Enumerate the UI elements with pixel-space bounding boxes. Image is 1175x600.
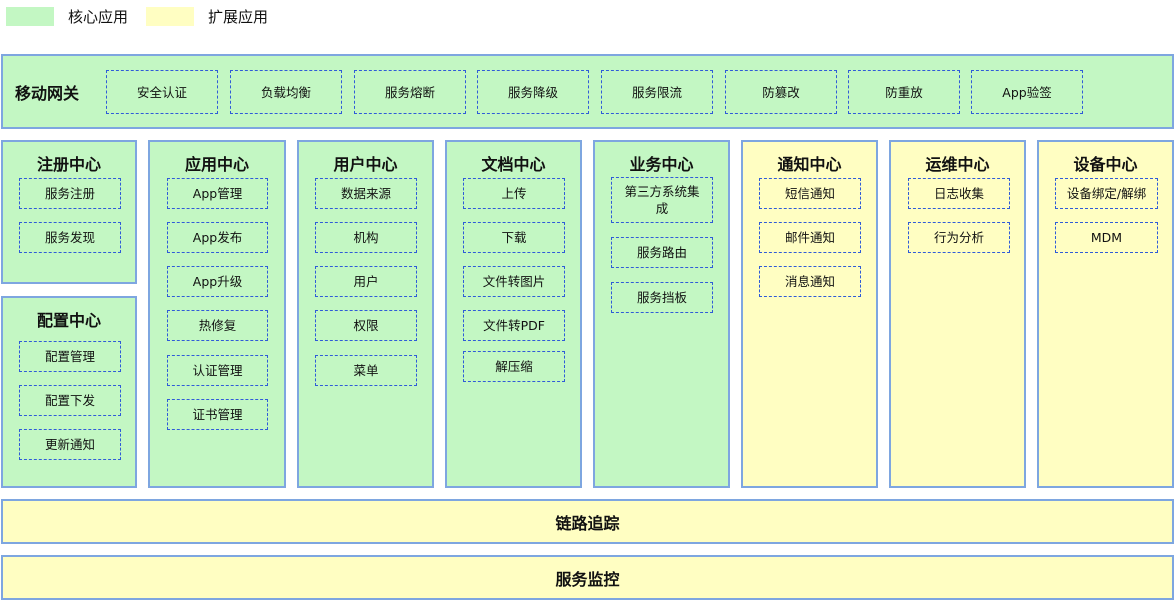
monitoring-title: 服务监控 — [555, 569, 620, 589]
ops-item: 行为分析 — [908, 222, 1010, 253]
business-item: 服务路由 — [611, 237, 713, 268]
doc-item: 下载 — [463, 222, 565, 253]
registry-center: 注册中心 服务注册 服务发现 — [1, 140, 137, 284]
config-center-title: 配置中心 — [36, 311, 101, 330]
gateway-item: 服务熔断 — [354, 70, 466, 114]
gateway-item: 负载均衡 — [230, 70, 342, 114]
config-item: 更新通知 — [19, 429, 121, 460]
device-center: 设备中心 设备绑定/解绑 MDM — [1037, 140, 1174, 488]
business-item: 第三方系统集成 — [611, 177, 713, 223]
gateway-item: 服务限流 — [601, 70, 713, 114]
tracing-title: 链路追踪 — [555, 513, 620, 533]
app-center-title: 应用中心 — [184, 155, 249, 174]
legend-label-core: 核心应用 — [68, 8, 129, 26]
config-center: 配置中心 配置管理 配置下发 更新通知 — [1, 296, 137, 488]
gateway-item: 服务降级 — [477, 70, 589, 114]
ops-item: 日志收集 — [908, 178, 1010, 209]
legend-item-extended: 扩展应用 — [146, 6, 268, 27]
user-item: 用户 — [315, 266, 417, 297]
ops-center: 运维中心 日志收集 行为分析 — [889, 140, 1026, 488]
app-item: App管理 — [167, 178, 268, 209]
device-item: 设备绑定/解绑 — [1055, 178, 1158, 209]
registry-item: 服务注册 — [19, 178, 121, 209]
doc-item: 解压缩 — [463, 351, 565, 382]
business-center-title: 业务中心 — [629, 155, 694, 174]
registry-item: 服务发现 — [19, 222, 121, 253]
user-item: 权限 — [315, 310, 417, 341]
doc-item: 文件转PDF — [463, 310, 565, 341]
config-item: 配置管理 — [19, 341, 121, 372]
legend-item-core: 核心应用 — [6, 6, 128, 27]
notify-item: 短信通知 — [759, 178, 861, 209]
gateway-item: 安全认证 — [106, 70, 218, 114]
gateway-box: 移动网关 安全认证 负载均衡 服务熔断 服务降级 服务限流 防篡改 防重放 Ap… — [1, 54, 1174, 129]
device-center-title: 设备中心 — [1073, 155, 1138, 174]
user-item: 菜单 — [315, 355, 417, 386]
gateway-item: App验签 — [971, 70, 1083, 114]
user-item: 数据来源 — [315, 178, 417, 209]
notify-item: 消息通知 — [759, 266, 861, 297]
notify-item: 邮件通知 — [759, 222, 861, 253]
ops-center-title: 运维中心 — [925, 155, 990, 174]
legend-swatch-core — [6, 7, 54, 26]
app-item: App发布 — [167, 222, 268, 253]
registry-center-title: 注册中心 — [36, 155, 101, 174]
device-item: MDM — [1055, 222, 1158, 253]
app-item: 认证管理 — [167, 355, 268, 386]
notify-center-title: 通知中心 — [777, 155, 842, 174]
user-center: 用户中心 数据来源 机构 用户 权限 菜单 — [297, 140, 434, 488]
legend-label-extended: 扩展应用 — [208, 8, 269, 26]
legend: 核心应用 扩展应用 — [6, 6, 286, 27]
app-center: 应用中心 App管理 App发布 App升级 热修复 认证管理 证书管理 — [148, 140, 286, 488]
config-item: 配置下发 — [19, 385, 121, 416]
gateway-item: 防篡改 — [725, 70, 837, 114]
user-item: 机构 — [315, 222, 417, 253]
doc-item: 上传 — [463, 178, 565, 209]
doc-center-title: 文档中心 — [481, 155, 546, 174]
tracing-bar: 链路追踪 — [1, 499, 1174, 544]
app-item: 证书管理 — [167, 399, 268, 430]
legend-swatch-extended — [146, 7, 195, 26]
doc-center: 文档中心 上传 下载 文件转图片 文件转PDF 解压缩 — [445, 140, 582, 488]
business-center: 业务中心 第三方系统集成 服务路由 服务挡板 — [593, 140, 730, 488]
gateway-title: 移动网关 — [15, 83, 80, 103]
app-item: 热修复 — [167, 310, 268, 341]
user-center-title: 用户中心 — [333, 155, 398, 174]
gateway-item: 防重放 — [848, 70, 960, 114]
notify-center: 通知中心 短信通知 邮件通知 消息通知 — [741, 140, 878, 488]
app-item: App升级 — [167, 266, 268, 297]
doc-item: 文件转图片 — [463, 266, 565, 297]
business-item: 服务挡板 — [611, 282, 713, 313]
monitoring-bar: 服务监控 — [1, 555, 1174, 600]
